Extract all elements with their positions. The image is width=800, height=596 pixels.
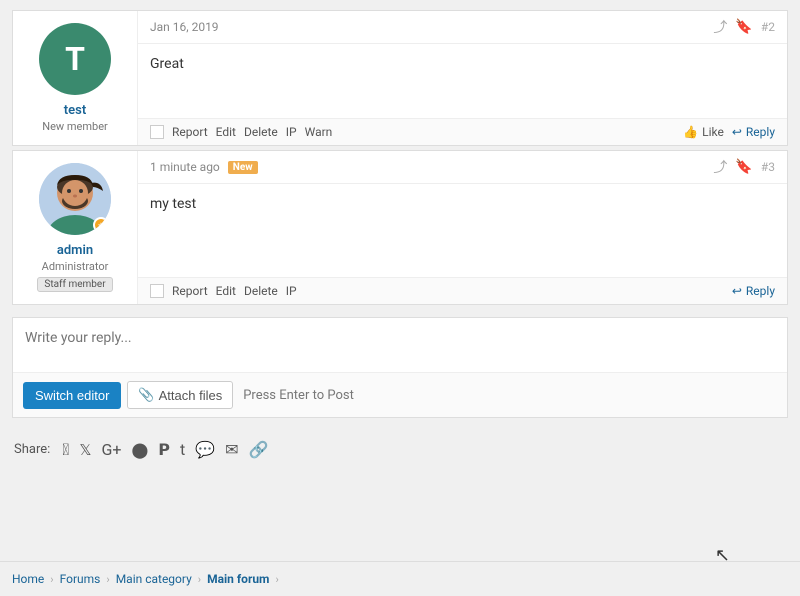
post-1-body: Great [138, 44, 787, 118]
breadcrumb-sep-3: › [198, 573, 201, 586]
edit-link[interactable]: Edit [216, 125, 236, 139]
post-1-header: Jan 16, 2019 ⤴ 🔖 #2 [138, 11, 787, 44]
breadcrumb-home[interactable]: Home [12, 572, 44, 586]
reply-toolbar: Switch editor 📎 Attach files Press Enter… [13, 372, 787, 417]
post-date: 1 minute ago [150, 160, 220, 174]
avatar: ★ [39, 163, 111, 235]
attach-files-button[interactable]: 📎 Attach files [127, 381, 233, 409]
post-2-main: 1 minute ago New ⤴ 🔖 #3 my test Report E… [138, 151, 787, 304]
share-icon[interactable]: ⤴ [713, 157, 727, 177]
share-row: Share:  𝕏 G+ ⬤ 𝗣 t 💬 ✉ 🔗 [12, 430, 788, 469]
reply-button[interactable]: ↩ Reply [732, 284, 775, 298]
post-checkbox[interactable] [150, 284, 164, 298]
avatar: T [39, 23, 111, 95]
reply-icon: ↩ [732, 125, 742, 139]
warn-link[interactable]: Warn [305, 125, 333, 139]
ip-link[interactable]: IP [286, 284, 297, 298]
thumbs-up-icon: 👍 [683, 125, 698, 139]
pinterest-share-icon[interactable]: 𝗣 [158, 440, 170, 459]
breadcrumb-main-forum[interactable]: Main forum [207, 572, 269, 586]
post-1-main: Jan 16, 2019 ⤴ 🔖 #2 Great Report Edit De… [138, 11, 787, 145]
username[interactable]: admin [57, 243, 93, 258]
post-2-body: my test [138, 184, 787, 277]
new-badge: New [228, 161, 258, 174]
edit-link[interactable]: Edit [216, 284, 236, 298]
googleplus-share-icon[interactable]: G+ [101, 440, 121, 459]
reply-editor: Switch editor 📎 Attach files Press Enter… [12, 317, 788, 418]
post-number: #3 [761, 160, 775, 174]
share-icon[interactable]: ⤴ [713, 17, 727, 37]
breadcrumb-forums[interactable]: Forums [60, 572, 101, 586]
post-date: Jan 16, 2019 [150, 20, 219, 34]
post-2: ★ admin Administrator Staff member 1 min… [12, 150, 788, 305]
switch-editor-button[interactable]: Switch editor [23, 382, 121, 409]
report-link[interactable]: Report [172, 284, 208, 298]
share-label: Share: [14, 442, 50, 457]
breadcrumb-sep-1: › [50, 573, 53, 586]
breadcrumb: Home › Forums › Main category › Main for… [0, 561, 800, 596]
reply-icon: ↩ [732, 284, 742, 298]
like-button[interactable]: 👍 Like [683, 125, 724, 139]
bookmark-icon[interactable]: 🔖 [735, 19, 752, 35]
staff-badge: Staff member [37, 277, 112, 292]
whatsapp-share-icon[interactable]: 💬 [195, 440, 215, 459]
twitter-share-icon[interactable]: 𝕏 [79, 441, 91, 459]
paperclip-icon: 📎 [138, 387, 154, 403]
breadcrumb-main-category[interactable]: Main category [116, 572, 192, 586]
reply-input[interactable] [13, 318, 787, 368]
link-share-icon[interactable]: 🔗 [249, 440, 269, 459]
user-role: New member [42, 120, 108, 133]
bookmark-icon[interactable]: 🔖 [735, 159, 752, 175]
email-share-icon[interactable]: ✉ [225, 440, 238, 459]
username[interactable]: test [64, 103, 86, 118]
post-2-footer: Report Edit Delete IP ↩ Reply [138, 277, 787, 304]
reddit-share-icon[interactable]: ⬤ [131, 441, 148, 459]
post-2-header: 1 minute ago New ⤴ 🔖 #3 [138, 151, 787, 184]
reply-button[interactable]: ↩ Reply [732, 125, 775, 139]
breadcrumb-sep-4: › [275, 573, 278, 586]
post-checkbox[interactable] [150, 125, 164, 139]
post-2-sidebar: ★ admin Administrator Staff member [13, 151, 138, 304]
post-1-footer: Report Edit Delete IP Warn 👍 Like ↩ Repl… [138, 118, 787, 145]
user-role: Administrator [42, 260, 109, 273]
tumblr-share-icon[interactable]: t [180, 440, 185, 459]
press-enter-hint: Press Enter to Post [243, 388, 354, 403]
delete-link[interactable]: Delete [244, 284, 278, 298]
facebook-share-icon[interactable]:  [62, 440, 69, 459]
breadcrumb-sep-2: › [106, 573, 109, 586]
admin-badge-icon: ★ [93, 217, 109, 233]
post-number: #2 [761, 20, 775, 34]
post-1-sidebar: T test New member [13, 11, 138, 145]
ip-link[interactable]: IP [286, 125, 297, 139]
delete-link[interactable]: Delete [244, 125, 278, 139]
post-1: T test New member Jan 16, 2019 ⤴ 🔖 #2 Gr… [12, 10, 788, 146]
report-link[interactable]: Report [172, 125, 208, 139]
